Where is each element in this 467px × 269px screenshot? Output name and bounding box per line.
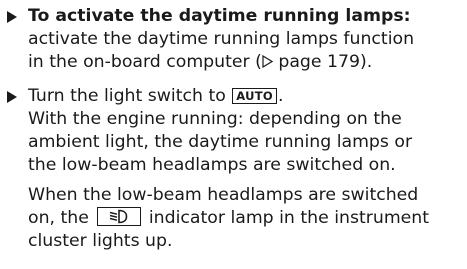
step-text-line: on, the indicator lamp in the instrument bbox=[28, 207, 467, 230]
step-text-fragment: . bbox=[278, 86, 284, 106]
step-text-line: in the on-board computer ( page 179). bbox=[28, 51, 467, 74]
step-text-fragment: in the on-board computer ( bbox=[28, 52, 262, 72]
step-text-line: Turn the light switch to AUTO. bbox=[28, 85, 467, 108]
page-reference-link[interactable]: page 179 bbox=[278, 52, 360, 72]
triangle-bullet-icon bbox=[7, 11, 17, 23]
step-heading: To activate the daytime running lamps: bbox=[28, 6, 411, 26]
page-reference-triangle-icon bbox=[262, 55, 273, 68]
auto-switch-position-label: AUTO bbox=[232, 88, 278, 104]
step-text-fragment: on, the bbox=[28, 208, 89, 228]
step-text-line: ambient light, the daytime running lamps… bbox=[28, 132, 413, 152]
triangle-bullet-icon bbox=[7, 91, 17, 103]
step-text-fragment: indicator lamp in the instrument bbox=[148, 208, 430, 228]
step-activate-daytime-lamps: To activate the daytime running lamps: a… bbox=[6, 5, 467, 74]
step-text-line: activate the daytime running lamps funct… bbox=[28, 29, 415, 49]
step-text-line: With the engine running: depending on th… bbox=[28, 109, 402, 129]
low-beam-headlamp-icon bbox=[97, 207, 142, 226]
step-text-fragment: Turn the light switch to bbox=[28, 86, 226, 106]
step-text-line: the low-beam headlamps are switched on. bbox=[28, 155, 396, 175]
step-turn-light-switch: Turn the light switch to AUTO. With the … bbox=[6, 85, 467, 253]
step-text-fragment: ). bbox=[359, 52, 373, 72]
step-text-line: cluster lights up. bbox=[28, 231, 173, 251]
step-text-line: When the low-beam headlamps are switched bbox=[28, 185, 419, 205]
manual-page: To activate the daytime running lamps: a… bbox=[0, 0, 467, 269]
